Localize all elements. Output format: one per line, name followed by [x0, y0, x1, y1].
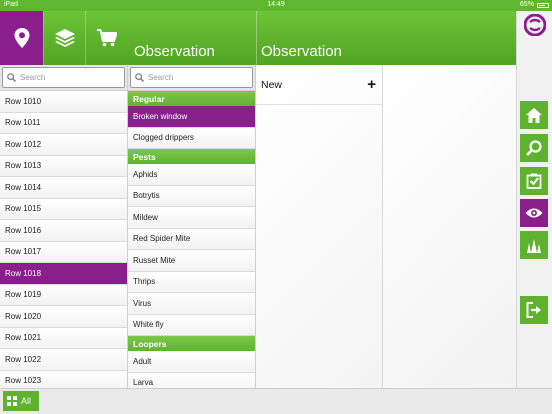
- list-item[interactable]: Adult: [128, 351, 255, 373]
- list-item[interactable]: Row 1021: [0, 327, 127, 349]
- search-icon: [7, 73, 16, 82]
- task-button[interactable]: [520, 167, 548, 195]
- all-button[interactable]: All: [3, 391, 39, 411]
- app-logo-icon: [523, 13, 547, 37]
- section-header: Loopers: [128, 336, 255, 351]
- section-header: Pests: [128, 149, 255, 164]
- list-item[interactable]: Virus: [128, 293, 255, 315]
- search-icon: [135, 73, 144, 82]
- list-item[interactable]: Row 1020: [0, 306, 127, 328]
- cart-icon: [97, 29, 117, 47]
- battery-icon: [537, 3, 549, 8]
- list-item[interactable]: Red Spider Mite: [128, 228, 255, 250]
- list-item[interactable]: Row 1012: [0, 134, 127, 156]
- row-list: Row 1010 Row 1011 Row 1012 Row 1013 Row …: [0, 91, 127, 388]
- rows-column: Search Row 1010 Row 1011 Row 1012 Row 10…: [0, 65, 128, 388]
- location-pin-icon: [14, 28, 29, 48]
- section-header: Regular: [128, 91, 255, 106]
- search-icon: [526, 140, 542, 156]
- list-item[interactable]: Row 1013: [0, 155, 127, 177]
- new-observation-button[interactable]: New +: [256, 65, 382, 105]
- list-item[interactable]: Aphids: [128, 164, 255, 186]
- list-item[interactable]: Row 1017: [0, 241, 127, 263]
- plant-button[interactable]: [520, 231, 548, 259]
- search-placeholder: Search: [148, 73, 174, 82]
- header-title-left: Observation: [134, 43, 215, 60]
- list-item[interactable]: Mildew: [128, 207, 255, 229]
- all-label: All: [21, 396, 32, 406]
- list-item[interactable]: Botrytis: [128, 185, 255, 207]
- plant-icon: [527, 239, 541, 253]
- plus-icon: +: [367, 76, 376, 93]
- new-label: New: [261, 78, 283, 91]
- types-search-input[interactable]: Search: [130, 67, 253, 88]
- logout-button[interactable]: [520, 296, 548, 324]
- rows-search-bar: Search: [0, 65, 127, 91]
- list-item[interactable]: Row 1022: [0, 349, 127, 371]
- task-icon: [526, 173, 542, 189]
- header-divider: [256, 11, 257, 65]
- list-item[interactable]: Row 1019: [0, 284, 127, 306]
- status-bar: iPad 14:49 65%: [0, 0, 552, 11]
- list-item[interactable]: Row 1015: [0, 198, 127, 220]
- home-button[interactable]: [520, 101, 548, 129]
- clock: 14:49: [267, 1, 285, 8]
- eye-icon: [525, 208, 543, 218]
- list-item[interactable]: Row 1023: [0, 370, 127, 388]
- grid-icon: [7, 396, 17, 406]
- bottom-bar: [0, 388, 552, 414]
- header-title-right: Observation: [261, 43, 342, 60]
- list-item[interactable]: Clogged drippers: [128, 127, 255, 149]
- cart-tab[interactable]: [85, 11, 128, 65]
- observations-column: New +: [256, 65, 383, 388]
- list-item[interactable]: Thrips: [128, 271, 255, 293]
- logout-icon: [526, 302, 541, 318]
- list-item[interactable]: White fly: [128, 314, 255, 336]
- observation-button[interactable]: [520, 199, 548, 227]
- location-tab[interactable]: [0, 11, 43, 65]
- home-icon: [526, 107, 542, 123]
- search-button[interactable]: [520, 134, 548, 162]
- observation-types-column: Search Regular Broken window Clogged dri…: [128, 65, 256, 388]
- app-root: iPad 14:49 65% Observation Observation S…: [0, 0, 552, 414]
- layers-icon: [54, 29, 75, 47]
- battery-label: 65%: [519, 1, 534, 8]
- detail-panel: [383, 65, 516, 388]
- rows-search-input[interactable]: Search: [2, 67, 125, 88]
- search-placeholder: Search: [20, 73, 46, 82]
- list-item[interactable]: Row 1010: [0, 91, 127, 113]
- list-item[interactable]: Row 1011: [0, 112, 127, 134]
- list-item[interactable]: Row 1016: [0, 220, 127, 242]
- list-item[interactable]: Larva: [128, 372, 255, 388]
- list-item-selected[interactable]: Broken window: [128, 106, 255, 128]
- types-list: Regular Broken window Clogged drippers P…: [128, 91, 255, 388]
- list-item[interactable]: Row 1014: [0, 177, 127, 199]
- list-item-selected[interactable]: Row 1018: [0, 263, 127, 285]
- types-search-bar: Search: [128, 65, 255, 91]
- list-item[interactable]: Russet Mite: [128, 250, 255, 272]
- layers-tab[interactable]: [43, 11, 85, 65]
